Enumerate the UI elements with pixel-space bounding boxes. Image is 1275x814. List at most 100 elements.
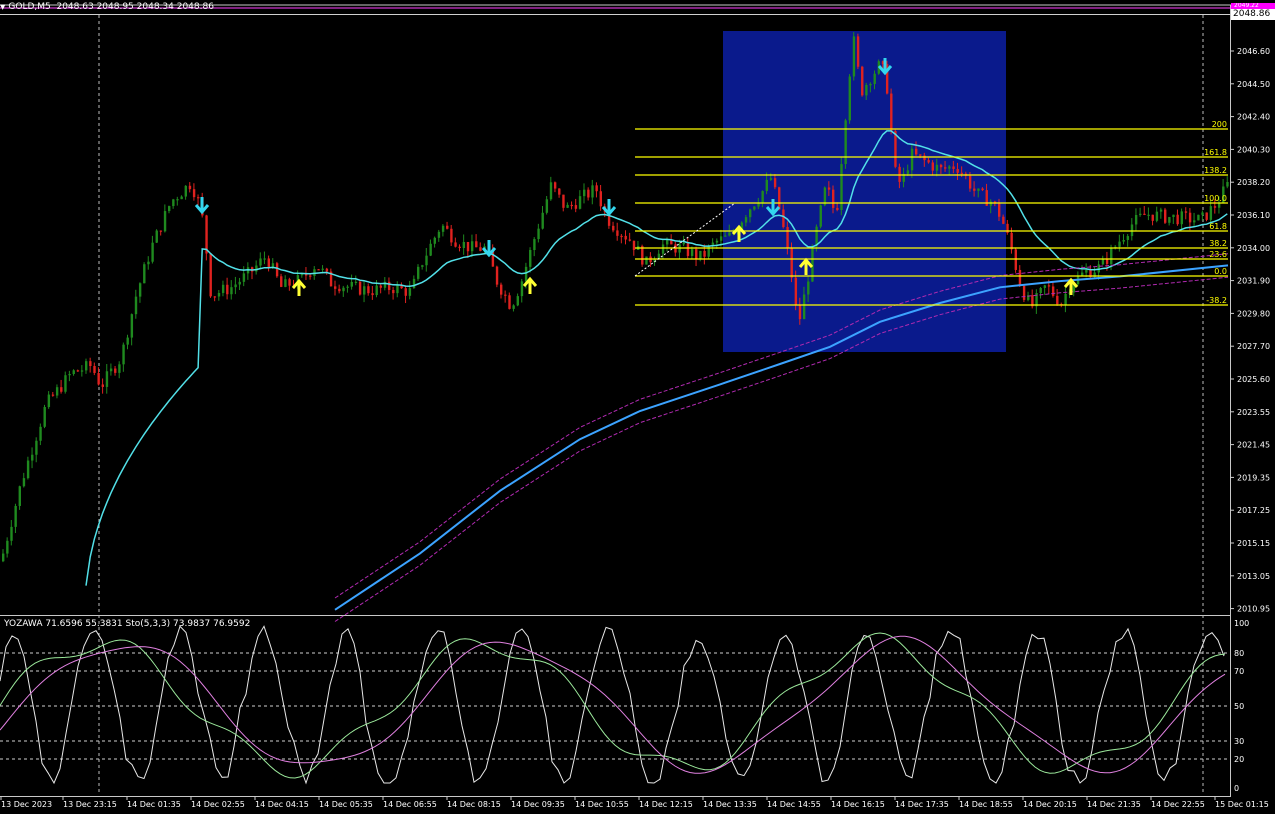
candle-body — [1043, 285, 1047, 288]
candle-body — [574, 205, 578, 209]
time-tick-label: 14 Dec 13:35 — [703, 800, 757, 809]
fib-level-label: 0.0 — [1214, 267, 1227, 276]
candle-body — [794, 277, 798, 305]
candle-body — [479, 247, 482, 251]
candle-body — [338, 288, 341, 292]
candle-body — [520, 281, 524, 297]
time-tick-label: 14 Dec 06:55 — [383, 800, 437, 809]
candle-body — [425, 255, 428, 266]
candle-body — [172, 199, 175, 207]
candle-body — [715, 240, 719, 243]
candle-body — [620, 235, 623, 238]
candle-body — [358, 281, 362, 295]
candle-body — [22, 478, 26, 487]
candle-body — [798, 304, 802, 320]
indicator-level-label: 100 — [1234, 619, 1249, 628]
candle-body — [288, 279, 291, 286]
candle-body — [1051, 286, 1055, 296]
candle-body — [76, 370, 80, 372]
candle-body — [927, 160, 930, 163]
symbol-label: GOLD,M5 — [8, 2, 51, 12]
candle-body — [537, 228, 540, 240]
price-tick-label: 2040.30 — [1237, 145, 1270, 154]
price-tick-label: 2042.40 — [1237, 113, 1270, 122]
indicator-header: YOZAWA 71.6596 55.3831 Sto(5,3,3) 73.983… — [4, 619, 251, 629]
candle-body — [221, 284, 225, 293]
candle-body — [1101, 259, 1105, 265]
candle-body — [450, 228, 453, 243]
highlight-rectangle — [723, 31, 1006, 352]
candle-body — [60, 387, 63, 392]
candle-body — [632, 240, 636, 250]
time-tick-label: 14 Dec 16:15 — [831, 800, 885, 809]
candle-body — [1110, 247, 1113, 264]
price-tick-label: 2027.70 — [1237, 342, 1270, 351]
candle-body — [661, 244, 665, 254]
chart-background — [0, 0, 1275, 814]
price-chart[interactable]: 200161.8138.2100.061.838.223.60.0-38.2 1… — [0, 0, 1275, 814]
candle-body — [151, 242, 154, 262]
candle-body — [724, 235, 727, 237]
time-tick-label: 14 Dec 14:55 — [767, 800, 821, 809]
candle-body — [454, 242, 457, 247]
candle-body — [101, 384, 104, 387]
chart-window[interactable]: 200 161.8 138.2 100.0 61.8 38.2 23.6 0.0 -38.2 1… — [0, 0, 1275, 814]
candle-body — [18, 486, 21, 506]
candle-body — [495, 266, 499, 285]
candle-body — [1205, 212, 1208, 220]
candle-body — [935, 164, 939, 171]
candle-body — [238, 281, 241, 285]
candle-body — [2, 553, 5, 562]
candle-body — [524, 266, 528, 282]
candle-body — [143, 264, 146, 284]
candle-body — [1184, 211, 1188, 213]
time-tick-label: 14 Dec 09:35 — [511, 800, 565, 809]
candle-body — [209, 253, 212, 297]
candle-body — [1164, 209, 1167, 223]
candle-body — [1122, 239, 1125, 242]
price-tick-label: 2025.60 — [1237, 375, 1270, 384]
candle-body — [1188, 212, 1192, 223]
time-tick-label: 14 Dec 21:35 — [1087, 800, 1141, 809]
candle-body — [1209, 206, 1213, 220]
indicator-level-label: 70 — [1234, 667, 1244, 676]
candle-body — [865, 84, 868, 96]
time-tick-label: 14 Dec 01:35 — [127, 800, 181, 809]
indicator-level-label: 50 — [1234, 702, 1244, 711]
candle-body — [998, 203, 1001, 217]
candle-body — [1022, 285, 1026, 300]
candle-body — [371, 293, 374, 296]
candle-body — [1168, 217, 1171, 223]
candle-body — [869, 84, 872, 86]
time-tick-label: 13 Dec 2023 — [1, 800, 52, 809]
price-tick-label: 2010.95 — [1237, 605, 1270, 614]
candle-body — [533, 239, 536, 251]
menu-triangle-icon[interactable]: ▼ — [0, 3, 5, 11]
candle-body — [786, 227, 789, 248]
candle-body — [10, 526, 13, 541]
indicator-level-label: 80 — [1234, 649, 1244, 658]
candle-body — [848, 76, 851, 121]
candle-body — [155, 230, 158, 243]
candle-body — [541, 212, 544, 229]
candle-body — [578, 196, 582, 209]
time-tick-label: 13 Dec 23:15 — [63, 800, 117, 809]
price-tick-label: 2031.90 — [1237, 277, 1270, 286]
candle-body — [1018, 269, 1022, 286]
candle-body — [910, 148, 914, 171]
candle-body — [213, 296, 217, 298]
price-tick-label: 2017.25 — [1237, 506, 1270, 515]
candle-body — [790, 247, 793, 278]
price-tick-label: 2015.15 — [1237, 539, 1270, 548]
candle-body — [1056, 295, 1059, 305]
fib-level-label: 23.6 — [1209, 250, 1227, 259]
candle-body — [1126, 236, 1130, 240]
candle-body — [956, 169, 959, 173]
fib-level-label: 138.2 — [1204, 166, 1227, 175]
candle-body — [686, 242, 690, 256]
candle-body — [114, 368, 117, 373]
candle-body — [346, 286, 349, 288]
candle-body — [118, 364, 121, 373]
candle-body — [466, 241, 470, 252]
candle-body — [1047, 285, 1051, 287]
